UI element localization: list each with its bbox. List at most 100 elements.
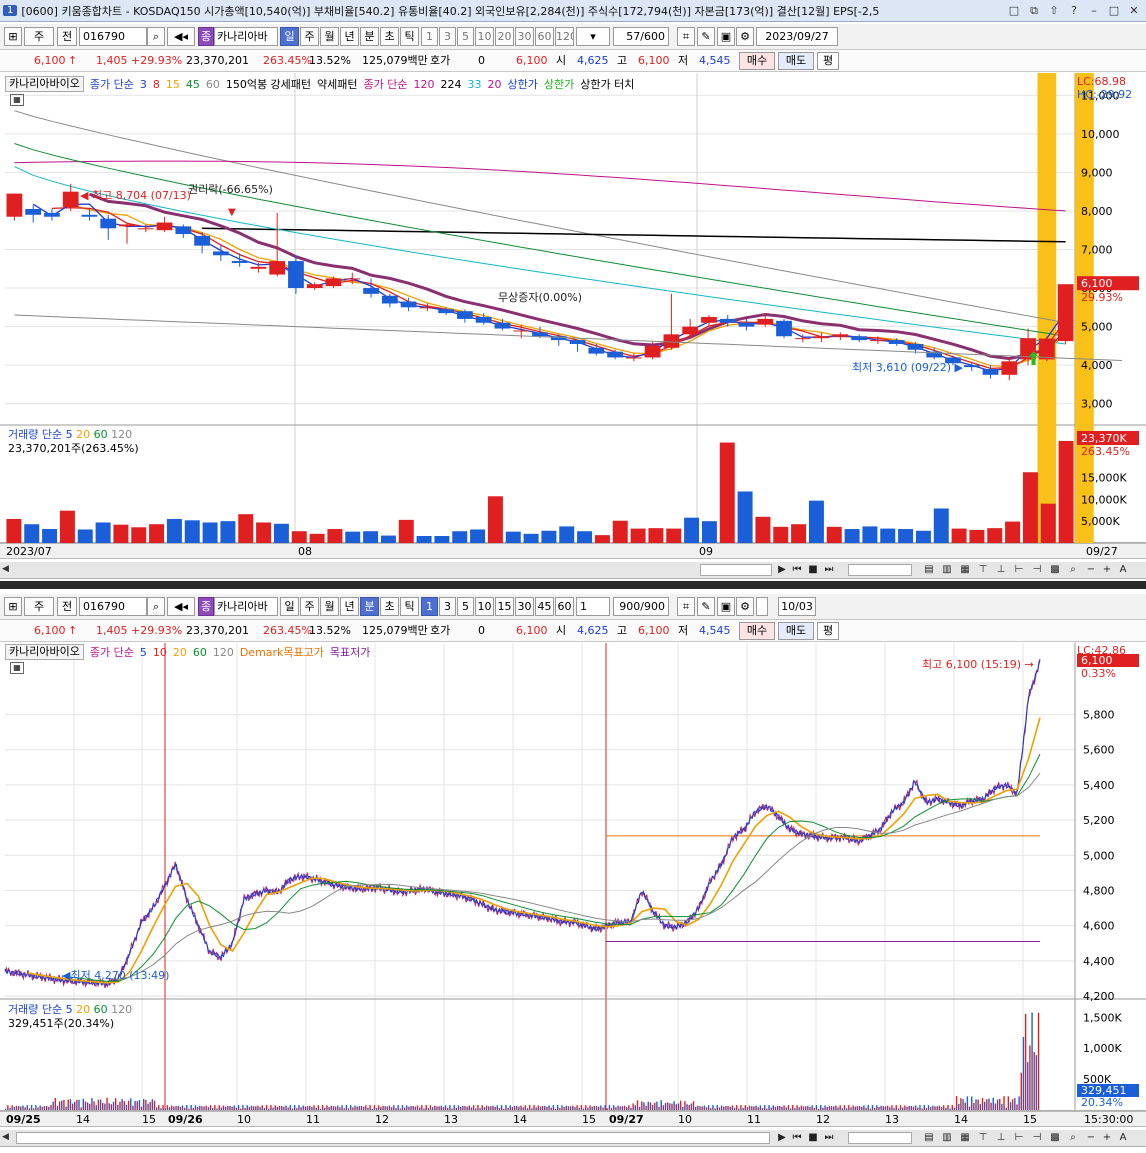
interval-select[interactable]: ▾ <box>576 27 610 46</box>
close-button[interactable]: ✕ <box>1126 4 1142 17</box>
zoom-out-icon[interactable]: − <box>1084 1131 1098 1145</box>
period-month-tab[interactable]: 월 <box>320 597 339 616</box>
scroll-end-icon[interactable]: ⏭ <box>822 1131 836 1145</box>
tool-icon[interactable]: ▦ <box>958 563 972 577</box>
period-second-tab[interactable]: 초 <box>380 597 399 616</box>
scroll-start-icon[interactable]: ⏮ <box>790 1131 804 1145</box>
daily-scrollbar[interactable]: ◀ ▶ ⏮ ■ ⏭ ▤ ▥ ▦ ⊤ ⊥ ⊢ ⊣ ▩ ⌕ − + A <box>0 562 1146 579</box>
tool-icon[interactable]: ⊤ <box>976 563 990 577</box>
minimize-button[interactable]: – <box>1086 4 1102 17</box>
gear-icon[interactable]: ⚙ <box>736 597 754 616</box>
gear-icon[interactable]: ⚙ <box>736 27 754 46</box>
scroll-left-icon[interactable]: ◀ <box>2 1132 14 1144</box>
interval-button[interactable]: 5 <box>457 597 474 616</box>
scroll-start-icon[interactable]: ⏮ <box>790 563 804 577</box>
scroll-thumb[interactable] <box>700 564 772 576</box>
scroll-thumb[interactable] <box>16 1132 770 1144</box>
maximize-button[interactable]: □ <box>1106 4 1122 17</box>
period-minute-tab[interactable]: 분 <box>360 27 379 46</box>
tool-icon[interactable]: ▩ <box>1048 1131 1062 1145</box>
chart-settings-icon[interactable]: ⊞ <box>4 27 22 46</box>
interval-button[interactable]: 3 <box>439 27 456 46</box>
market-select[interactable]: 주 <box>24 597 54 616</box>
date-checkbox[interactable] <box>756 597 768 616</box>
period-tick-tab[interactable]: 틱 <box>400 27 419 46</box>
zoom-in-icon[interactable]: + <box>1100 563 1114 577</box>
interval-button[interactable]: 30 <box>515 597 534 616</box>
tool-icon[interactable]: ▤ <box>922 563 936 577</box>
interval-button[interactable]: 60 <box>535 27 554 46</box>
period-minute-tab[interactable]: 분 <box>360 597 379 616</box>
tool-icon[interactable]: ⊣ <box>1030 563 1044 577</box>
interval-button[interactable]: 10 <box>475 597 494 616</box>
market-all-button[interactable]: 전 <box>57 597 77 616</box>
stock-name-field[interactable]: 카나리아바 <box>214 597 278 616</box>
scroll-left-icon[interactable]: ◀ <box>2 564 14 576</box>
tool-icon[interactable]: ▤ <box>922 1131 936 1145</box>
period-year-tab[interactable]: 년 <box>340 597 359 616</box>
interval-button[interactable]: 5 <box>457 27 474 46</box>
interval-button[interactable]: 15 <box>495 597 514 616</box>
interval-select[interactable]: 1 <box>576 597 610 616</box>
auto-icon[interactable]: A <box>1116 563 1130 577</box>
date-field[interactable]: 10/03 <box>778 597 816 616</box>
stop-icon[interactable]: ■ <box>806 563 820 577</box>
zoom-slider[interactable] <box>848 564 912 576</box>
chart-settings-icon[interactable]: ⊞ <box>4 597 22 616</box>
period-month-tab[interactable]: 월 <box>320 27 339 46</box>
tool-draw-icon[interactable]: ✎ <box>697 597 715 616</box>
interval-button[interactable]: 45 <box>535 597 554 616</box>
buy-button[interactable]: 매수 <box>739 52 775 70</box>
scroll-right-icon[interactable]: ▶ <box>775 1131 789 1145</box>
eval-button[interactable]: 평 <box>817 622 839 640</box>
save-icon[interactable]: ▣ <box>717 27 735 46</box>
scroll-end-icon[interactable]: ⏭ <box>822 563 836 577</box>
market-all-button[interactable]: 전 <box>57 27 77 46</box>
period-tick-tab[interactable]: 틱 <box>400 597 419 616</box>
interval-button[interactable]: 120 <box>555 27 574 46</box>
tool-draw-icon[interactable]: ✎ <box>697 27 715 46</box>
search-icon[interactable]: ⌕ <box>147 597 165 616</box>
table-view-icon[interactable]: ▦ <box>10 662 24 674</box>
period-day-tab[interactable]: 일 <box>280 597 299 616</box>
help-icon[interactable]: ? <box>1066 4 1082 17</box>
table-view-icon[interactable]: ▦ <box>10 94 24 106</box>
sell-button[interactable]: 매도 <box>778 52 814 70</box>
market-select[interactable]: 주 <box>24 27 54 46</box>
interval-button[interactable]: 3 <box>439 597 456 616</box>
buy-button[interactable]: 매수 <box>739 622 775 640</box>
sell-button[interactable]: 매도 <box>778 622 814 640</box>
count-field[interactable]: 900/900 <box>613 597 669 616</box>
zoom-icon[interactable]: ⌕ <box>1066 1131 1080 1145</box>
tool-icon[interactable]: ⊢ <box>1012 563 1026 577</box>
tool-icon[interactable]: ⊤ <box>976 1131 990 1145</box>
stock-name-field[interactable]: 카나리아바 <box>214 27 278 46</box>
tool-icon[interactable]: ▩ <box>1048 563 1062 577</box>
stock-code-input[interactable]: 016790 <box>79 27 147 46</box>
zoom-slider[interactable] <box>848 1132 912 1144</box>
interval-button[interactable]: 1 <box>421 27 438 46</box>
sound-icon[interactable]: ◀︎◂ <box>167 597 195 616</box>
zoom-in-icon[interactable]: + <box>1100 1131 1114 1145</box>
sound-icon[interactable]: ◀︎◂ <box>167 27 195 46</box>
stock-code-input[interactable]: 016790 <box>79 597 147 616</box>
count-field[interactable]: 57/600 <box>613 27 669 46</box>
tool-icon[interactable]: ▥ <box>940 1131 954 1145</box>
tool-icon[interactable]: ⊥ <box>994 1131 1008 1145</box>
period-week-tab[interactable]: 주 <box>300 597 319 616</box>
period-second-tab[interactable]: 초 <box>380 27 399 46</box>
legend-stock-name[interactable]: 카나리아바이오 <box>5 76 84 92</box>
tool-icon[interactable]: ▥ <box>940 563 954 577</box>
tool-grid-icon[interactable]: ⌗ <box>677 27 695 46</box>
minute-scrollbar[interactable]: ◀ ▶ ⏮ ■ ⏭ ▤ ▥ ▦ ⊤ ⊥ ⊢ ⊣ ▩ ⌕ − + A <box>0 1130 1146 1147</box>
interval-button[interactable]: 1 <box>421 597 438 616</box>
pane-divider[interactable] <box>0 581 1146 589</box>
search-icon[interactable]: ⌕ <box>147 27 165 46</box>
period-week-tab[interactable]: 주 <box>300 27 319 46</box>
interval-button[interactable]: 60 <box>555 597 574 616</box>
interval-button[interactable]: 30 <box>515 27 534 46</box>
save-icon[interactable]: ▣ <box>717 597 735 616</box>
window-link-icon[interactable]: ⧉ <box>1026 4 1042 18</box>
tool-icon[interactable]: ⊣ <box>1030 1131 1044 1145</box>
legend-stock-name[interactable]: 카나리아바이오 <box>5 644 84 660</box>
